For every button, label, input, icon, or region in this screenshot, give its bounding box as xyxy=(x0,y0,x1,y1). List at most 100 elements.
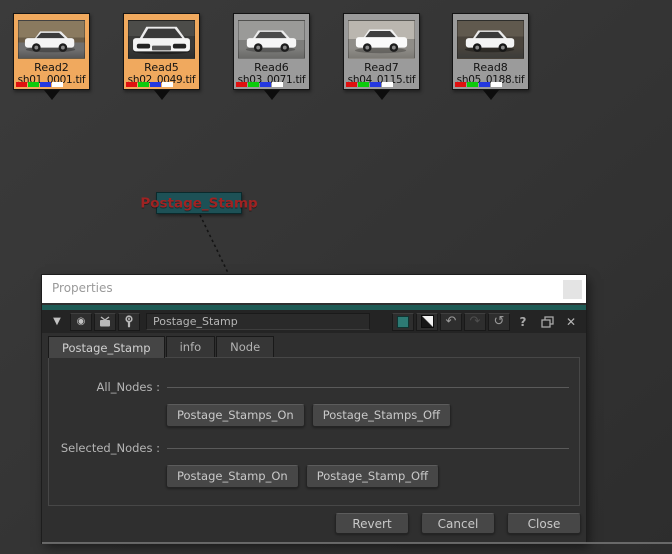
green-channel-chip xyxy=(248,82,259,87)
selected-nodes-buttons: Postage_Stamp_On Postage_Stamp_Off xyxy=(166,465,579,488)
close-panel-button[interactable]: ✕ xyxy=(560,313,582,331)
undo-button[interactable]: ↶ xyxy=(440,313,462,331)
wrench-icon xyxy=(123,315,135,328)
blue-channel-chip xyxy=(370,82,381,87)
close-icon: ✕ xyxy=(566,315,576,329)
postage-stamps-off-button[interactable]: Postage_Stamps_Off xyxy=(312,404,451,427)
postage-stamps-on-button[interactable]: Postage_Stamps_On xyxy=(166,404,305,427)
redo-button[interactable]: ↷ xyxy=(464,313,486,331)
blue-channel-chip xyxy=(40,82,51,87)
alpha-channel-chip xyxy=(272,82,283,87)
monitor-icon xyxy=(98,316,112,328)
tab-postage-stamp[interactable]: Postage_Stamp xyxy=(48,336,165,358)
help-icon: ? xyxy=(520,315,527,329)
node-color-button[interactable] xyxy=(392,313,414,331)
panel-tabs: Postage_Stamp info Node xyxy=(48,336,586,357)
window-edge-line xyxy=(42,542,672,544)
tab-info[interactable]: info xyxy=(166,336,216,357)
output-arrow-icon[interactable] xyxy=(44,90,60,100)
read-node[interactable]: Read6 sh03_0071.tif xyxy=(233,13,310,90)
selected-nodes-label: Selected_Nodes : xyxy=(57,441,167,455)
alpha-channel-chip xyxy=(382,82,393,87)
postage-stamp-node[interactable]: Postage_Stamp xyxy=(156,192,242,214)
postage-stamp-off-button[interactable]: Postage_Stamp_Off xyxy=(306,465,439,488)
titlebar-button[interactable] xyxy=(563,280,582,299)
alpha-channel-chip xyxy=(162,82,173,87)
panel-footer: Revert Cancel Close xyxy=(335,513,581,534)
node-name: Read5 xyxy=(124,61,199,74)
green-channel-chip xyxy=(358,82,369,87)
node-name: Read8 xyxy=(453,61,528,74)
node-name: Read2 xyxy=(14,61,89,74)
node-color-swatch-icon xyxy=(397,316,409,328)
car-thumbnail xyxy=(128,20,195,59)
black-white-diagonal-icon xyxy=(421,315,434,328)
help-button[interactable]: ? xyxy=(512,313,534,331)
read-node[interactable]: Read2 sh01_0001.tif xyxy=(13,13,90,90)
icon-color-button[interactable] xyxy=(416,313,438,331)
divider-line xyxy=(167,448,569,449)
redo-arrow-icon: ↷ xyxy=(470,315,481,328)
float-panel-button[interactable] xyxy=(536,313,558,331)
revert-loop-icon: ↺ xyxy=(494,315,505,328)
node-name: Read7 xyxy=(344,61,419,74)
green-channel-chip xyxy=(467,82,478,87)
all-nodes-label: All_Nodes : xyxy=(57,380,167,394)
properties-panel[interactable]: Properties ▼ ◉ ↶ ↷ ↺ ? ✕ xyxy=(42,275,586,543)
car-thumbnail xyxy=(18,20,85,59)
red-channel-chip xyxy=(455,82,466,87)
postage-stamp-node-label: Postage_Stamp xyxy=(140,196,257,212)
red-channel-chip xyxy=(236,82,247,87)
chevron-down-icon: ▼ xyxy=(53,317,61,327)
node-settings-button[interactable] xyxy=(118,313,140,331)
knobs-content-area: All_Nodes : Postage_Stamps_On Postage_St… xyxy=(48,357,580,506)
float-window-icon xyxy=(541,316,554,328)
channel-chips xyxy=(236,82,283,87)
read-node[interactable]: Read5 sh02_0049.tif xyxy=(123,13,200,90)
close-button[interactable]: Close xyxy=(507,513,581,534)
alpha-channel-chip xyxy=(491,82,502,87)
divider-line xyxy=(167,387,569,388)
center-target-icon: ◉ xyxy=(77,317,86,327)
green-channel-chip xyxy=(138,82,149,87)
channel-chips xyxy=(16,82,63,87)
all-nodes-buttons: Postage_Stamps_On Postage_Stamps_Off xyxy=(166,404,579,427)
postage-stamp-toggle-button[interactable] xyxy=(94,313,116,331)
output-arrow-icon[interactable] xyxy=(264,90,280,100)
channel-chips xyxy=(126,82,173,87)
selected-nodes-row: Selected_Nodes : xyxy=(57,440,569,456)
green-channel-chip xyxy=(28,82,39,87)
red-channel-chip xyxy=(346,82,357,87)
revert-knobs-button[interactable]: ↺ xyxy=(488,313,510,331)
car-thumbnail xyxy=(457,20,524,59)
red-channel-chip xyxy=(16,82,27,87)
node-name: Read6 xyxy=(234,61,309,74)
read-node[interactable]: Read7 sh04_0115.tif xyxy=(343,13,420,90)
car-thumbnail xyxy=(238,20,305,59)
properties-titlebar[interactable]: Properties xyxy=(42,275,586,303)
center-node-button[interactable]: ◉ xyxy=(70,313,92,331)
revert-button[interactable]: Revert xyxy=(335,513,409,534)
all-nodes-row: All_Nodes : xyxy=(57,379,569,395)
output-arrow-icon[interactable] xyxy=(483,90,499,100)
node-graph-canvas[interactable]: Read2 sh01_0001.tif Read5 sh02_0049.tif … xyxy=(0,0,672,554)
read-node[interactable]: Read8 sh05_0188.tif xyxy=(452,13,529,90)
collapse-panel-button[interactable]: ▼ xyxy=(46,313,68,331)
alpha-channel-chip xyxy=(52,82,63,87)
tab-node[interactable]: Node xyxy=(216,336,274,357)
blue-channel-chip xyxy=(150,82,161,87)
postage-stamp-on-button[interactable]: Postage_Stamp_On xyxy=(166,465,299,488)
blue-channel-chip xyxy=(260,82,271,87)
output-arrow-icon[interactable] xyxy=(154,90,170,100)
channel-chips xyxy=(346,82,393,87)
blue-channel-chip xyxy=(479,82,490,87)
output-arrow-icon[interactable] xyxy=(374,90,390,100)
node-toolbar: ▼ ◉ ↶ ↷ ↺ ? ✕ xyxy=(42,310,586,333)
panel-title: Properties xyxy=(52,281,113,295)
undo-arrow-icon: ↶ xyxy=(446,315,457,328)
car-thumbnail xyxy=(348,20,415,59)
channel-chips xyxy=(455,82,502,87)
cancel-button[interactable]: Cancel xyxy=(421,513,495,534)
node-name-input[interactable] xyxy=(146,313,370,330)
red-channel-chip xyxy=(126,82,137,87)
